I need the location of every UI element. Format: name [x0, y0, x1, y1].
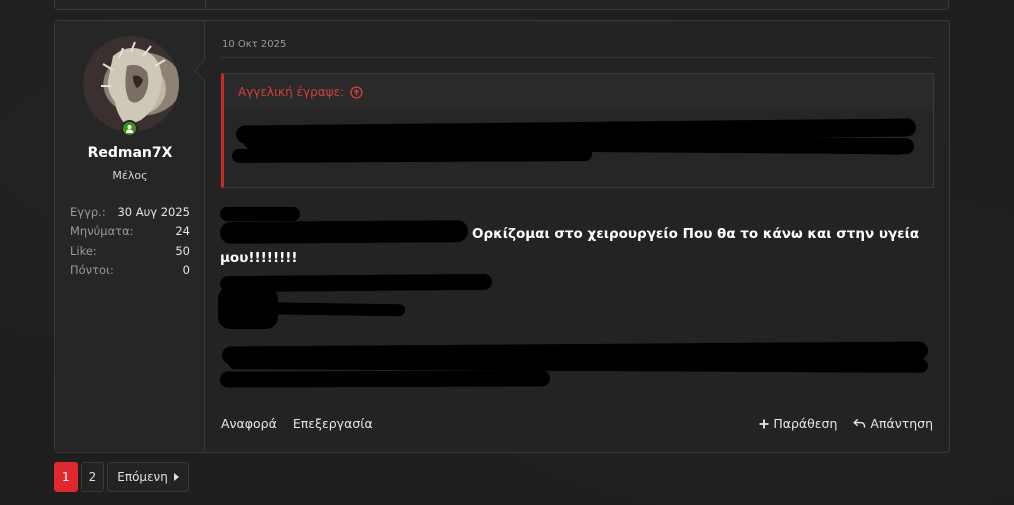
page-1-button[interactable]: 1 — [54, 462, 78, 492]
post-content: 10 Οκτ 2025 Αγγελική έγραψε: Ορκίζομαι σ… — [218, 21, 934, 452]
message-line-2: μου!!!!!!!! — [220, 250, 298, 266]
quote-button[interactable]: Παράθεση — [759, 416, 837, 431]
user-stats: Εγγρ.: 30 Αυγ 2025 Μηνύματα: 24 Like: 50… — [70, 202, 190, 280]
caret-right-icon — [173, 473, 179, 481]
quote-block: Αγγελική έγραψε: — [221, 73, 934, 188]
message-arrow — [191, 61, 205, 81]
redacted-text — [220, 207, 300, 221]
quote-author: Αγγελική έγραψε: — [238, 85, 345, 99]
stat-points: Πόντοι: 0 — [70, 263, 190, 278]
pagination: 1 2 Επόμενη — [54, 462, 189, 492]
stat-messages: Μηνύματα: 24 — [70, 224, 190, 239]
quote-body-redacted — [224, 110, 933, 187]
page-2-button[interactable]: 2 — [80, 462, 105, 492]
user-info-panel: Redman7X Μέλος Εγγρ.: 30 Αυγ 2025 Μηνύμα… — [55, 21, 205, 452]
plus-icon — [759, 419, 769, 428]
username[interactable]: Redman7X — [55, 145, 205, 161]
post-date[interactable]: 10 Οκτ 2025 — [222, 39, 286, 50]
previous-post-edge — [54, 0, 949, 10]
report-link[interactable]: Αναφορά — [221, 416, 277, 431]
arrow-up-circle-icon — [350, 85, 363, 99]
reply-button[interactable]: Απάντηση — [853, 416, 933, 431]
stat-likes: Like: 50 — [70, 243, 190, 258]
reply-icon — [853, 418, 866, 428]
next-page-button[interactable]: Επόμενη — [107, 462, 189, 492]
edit-link[interactable]: Επεξεργασία — [293, 416, 373, 431]
forum-post: Redman7X Μέλος Εγγρ.: 30 Αυγ 2025 Μηνύμα… — [54, 20, 950, 453]
avatar[interactable] — [83, 36, 179, 132]
message-line-1: Ορκίζομαι στο χειρουργείο Που θα το κάνω… — [472, 226, 920, 242]
online-status-icon — [121, 120, 138, 137]
quote-author-link[interactable]: Αγγελική έγραψε: — [238, 85, 363, 99]
message-body: Ορκίζομαι στο χειρουργείο Που θα το κάνω… — [220, 222, 932, 270]
stat-joined: Εγγρ.: 30 Αυγ 2025 — [70, 204, 190, 219]
user-role: Μέλος — [112, 169, 148, 182]
